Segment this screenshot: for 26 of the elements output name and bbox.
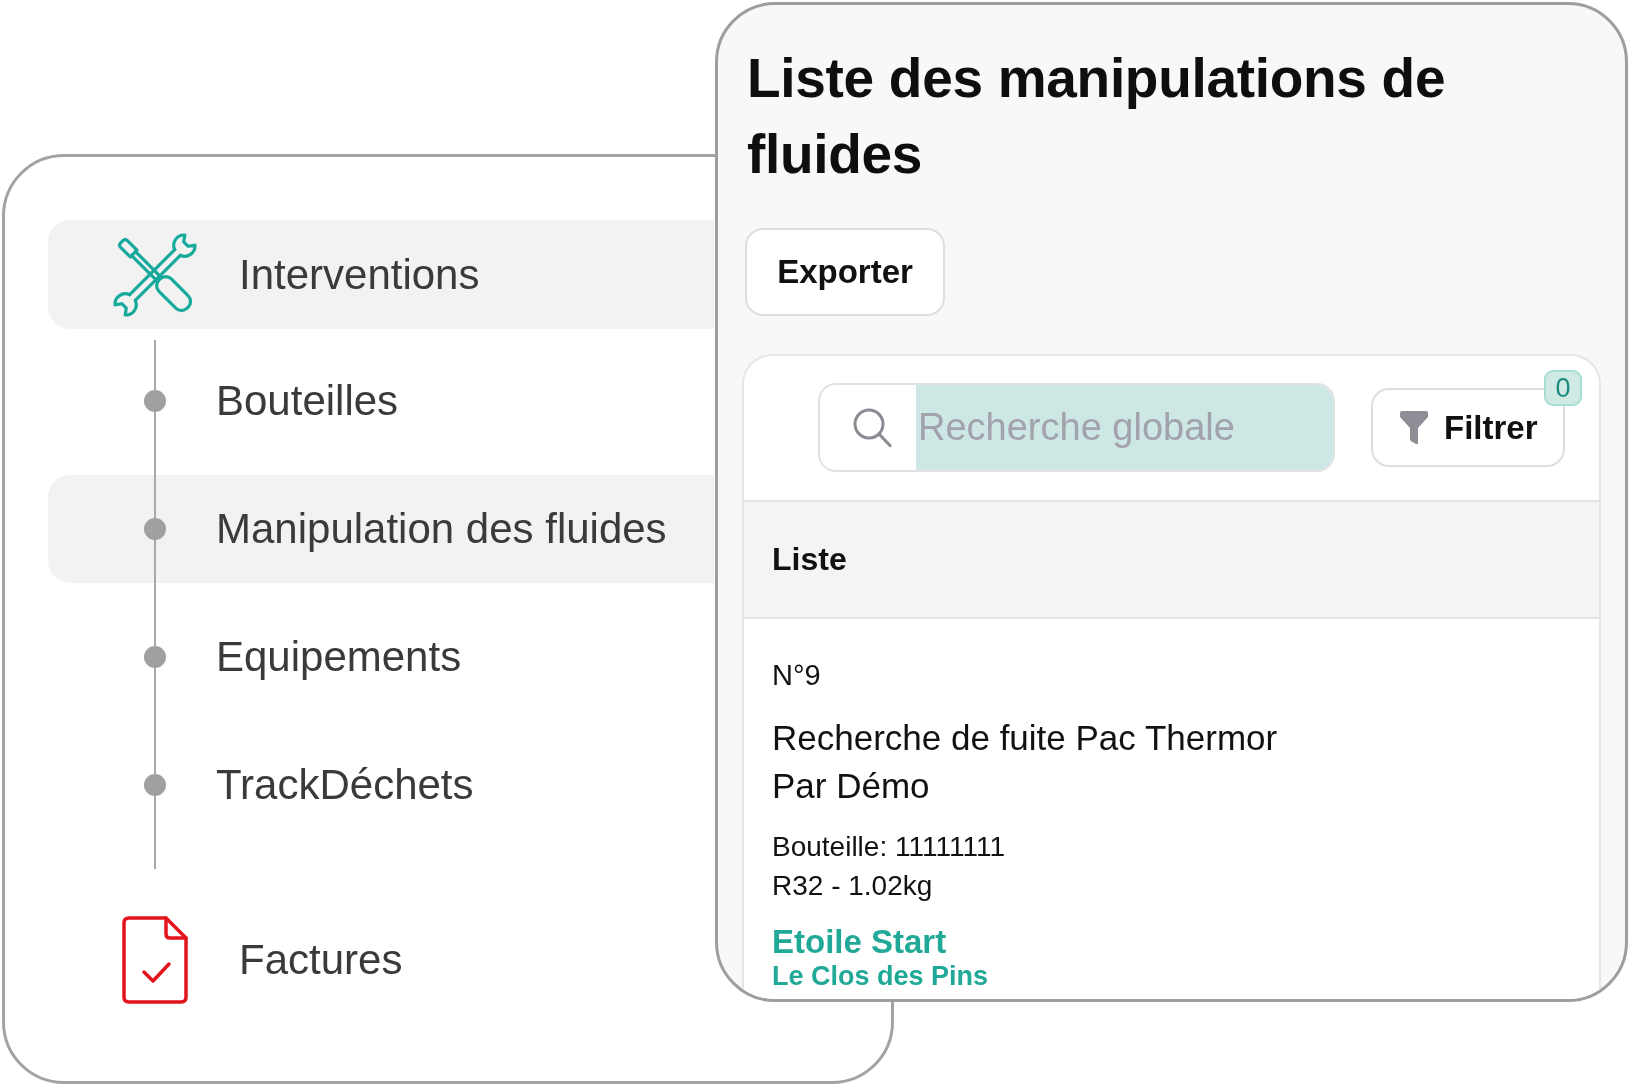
- bullet-dot-icon: [144, 774, 166, 796]
- nav-item[interactable]: Interventions: [48, 220, 714, 329]
- bullet-dot-icon: [144, 390, 166, 412]
- record-title: Recherche de fuite Pac Thermor: [772, 717, 1278, 759]
- record-author: Par Démo: [772, 765, 930, 807]
- export-button[interactable]: Exporter: [745, 228, 945, 316]
- search-field[interactable]: Recherche globale: [818, 383, 1335, 472]
- bullet-dot-icon: [144, 646, 166, 668]
- search-icon: [852, 407, 892, 448]
- nav-item[interactable]: Factures: [48, 905, 714, 1014]
- site-name: Le Clos des Pins: [772, 960, 989, 992]
- record-number: N°9: [772, 658, 821, 693]
- bottle-info: Bouteille: 11111111: [772, 830, 1005, 864]
- fluid-info: R32 - 1.02kg: [772, 869, 933, 903]
- funnel-icon: [1399, 410, 1429, 445]
- filter-count-badge: 0: [1544, 370, 1582, 406]
- tools-icon: [112, 231, 198, 318]
- nav-subitem[interactable]: Equipements: [48, 603, 714, 711]
- page-title: Liste des manipulations de fluides: [747, 46, 1447, 187]
- client-name: Etoile Start: [772, 924, 947, 960]
- nav-subitem[interactable]: Manipulation des fluides: [48, 475, 714, 583]
- document-check-icon: [122, 915, 188, 1004]
- list-section-header: Liste: [744, 500, 1599, 619]
- nav-subitem[interactable]: TrackDéchets: [48, 731, 714, 839]
- bullet-dot-icon: [144, 518, 166, 540]
- nav-subitem[interactable]: Bouteilles: [48, 347, 714, 455]
